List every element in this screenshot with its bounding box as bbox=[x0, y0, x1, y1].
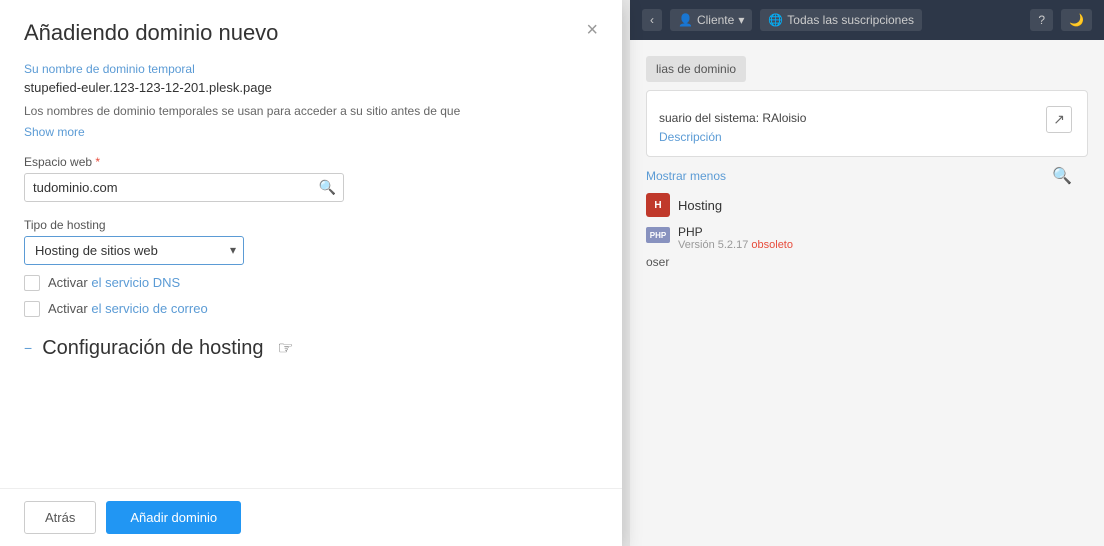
mail-label: Activar el servicio de correo bbox=[48, 301, 208, 316]
nav-suscripciones-label: Todas las suscripciones bbox=[787, 13, 914, 27]
mail-link[interactable]: el servicio de correo bbox=[91, 301, 207, 316]
dns-checkbox[interactable] bbox=[24, 275, 40, 291]
nav-cliente-button[interactable]: 👤 Cliente ▾ bbox=[670, 9, 752, 31]
tipo-hosting-label: Tipo de hosting bbox=[24, 218, 598, 232]
dns-link[interactable]: el servicio DNS bbox=[91, 275, 180, 290]
add-domain-button[interactable]: Añadir dominio bbox=[106, 501, 241, 534]
moon-icon: 🌙 bbox=[1069, 13, 1084, 27]
tipo-hosting-section: Tipo de hosting Hosting de sitios web Si… bbox=[24, 218, 598, 265]
temp-domain-value: stupefied-euler.123-123-12-201.plesk.pag… bbox=[24, 80, 598, 95]
espacio-web-label: Espacio web * bbox=[24, 155, 598, 169]
espacio-web-input[interactable] bbox=[24, 173, 344, 202]
right-panel: ↗ 🔍 lias de dominio suario del sistema: … bbox=[630, 40, 1104, 546]
config-section-header: − Configuración de hosting ☞ bbox=[24, 337, 598, 368]
modal-footer: Atrás Añadir dominio bbox=[0, 488, 622, 546]
modal-close-button[interactable]: × bbox=[586, 20, 598, 40]
search-icon-button[interactable]: 🔍 bbox=[1052, 166, 1072, 186]
show-more-link[interactable]: Show more bbox=[24, 125, 85, 139]
hosting-label: Hosting bbox=[678, 198, 722, 213]
domain-alias-label: lias de dominio bbox=[646, 56, 746, 82]
temp-domain-section: Su nombre de dominio temporal stupefied-… bbox=[24, 62, 598, 139]
hand-cursor-icon: ☞ bbox=[277, 338, 293, 359]
section-toggle-button[interactable]: − bbox=[24, 340, 32, 356]
mail-checkbox[interactable] bbox=[24, 301, 40, 317]
help-icon: ? bbox=[1038, 13, 1045, 27]
show-less-link[interactable]: Mostrar menos bbox=[646, 169, 1088, 183]
dns-label: Activar el servicio DNS bbox=[48, 275, 180, 290]
nav-back-button[interactable]: ‹ bbox=[642, 9, 662, 31]
dns-checkbox-item: Activar el servicio DNS bbox=[24, 275, 598, 291]
espacio-web-input-wrapper: 🔍 bbox=[24, 173, 344, 202]
hosting-icon: H bbox=[646, 193, 670, 217]
top-nav: ‹ 👤 Cliente ▾ 🌐 Todas las suscripciones … bbox=[630, 0, 1104, 40]
description-link[interactable]: Descripción bbox=[659, 130, 722, 144]
php-version: Versión 5.2.17 obsoleto bbox=[678, 239, 793, 251]
nav-cliente-label: Cliente bbox=[697, 13, 734, 27]
php-label: PHP bbox=[678, 225, 793, 239]
back-button[interactable]: Atrás bbox=[24, 501, 96, 534]
add-domain-modal: Añadiendo dominio nuevo × Su nombre de d… bbox=[0, 0, 622, 546]
temp-domain-desc: Los nombres de dominio temporales se usa… bbox=[24, 103, 598, 120]
temp-domain-label: Su nombre de dominio temporal bbox=[24, 62, 598, 76]
chevron-down-icon: ▾ bbox=[738, 13, 744, 27]
modal-header: Añadiendo dominio nuevo × bbox=[0, 0, 622, 62]
config-section-title: Configuración de hosting bbox=[42, 337, 263, 360]
php-icon: PHP bbox=[646, 227, 670, 243]
nav-suscripciones-button[interactable]: 🌐 Todas las suscripciones bbox=[760, 9, 922, 31]
espacio-web-section: Espacio web * 🔍 bbox=[24, 155, 598, 202]
mail-checkbox-item: Activar el servicio de correo bbox=[24, 301, 598, 317]
composer-line: oser bbox=[646, 255, 1088, 269]
nav-help-button[interactable]: ? bbox=[1030, 9, 1053, 31]
hosting-type-select[interactable]: Hosting de sitios web Sin hosting Reenví… bbox=[24, 236, 244, 265]
obsoleto-badge: obsoleto bbox=[751, 239, 793, 251]
user-icon: 👤 bbox=[678, 13, 693, 27]
globe-icon: 🌐 bbox=[768, 13, 783, 27]
system-user-info: suario del sistema: RAloisio bbox=[659, 111, 1075, 125]
modal-body: Su nombre de dominio temporal stupefied-… bbox=[0, 62, 622, 488]
chevron-left-icon: ‹ bbox=[650, 13, 654, 27]
php-item: PHP PHP Versión 5.2.17 obsoleto bbox=[646, 225, 1088, 251]
system-info-panel: suario del sistema: RAloisio Descripción bbox=[646, 90, 1088, 157]
required-star: * bbox=[95, 155, 100, 169]
export-icon-button[interactable]: ↗ bbox=[1046, 106, 1072, 133]
hosting-select-wrapper: Hosting de sitios web Sin hosting Reenví… bbox=[24, 236, 244, 265]
nav-user-button[interactable]: 🌙 bbox=[1061, 9, 1092, 31]
modal-title: Añadiendo dominio nuevo bbox=[24, 20, 278, 46]
hosting-item: H Hosting bbox=[646, 193, 1088, 217]
